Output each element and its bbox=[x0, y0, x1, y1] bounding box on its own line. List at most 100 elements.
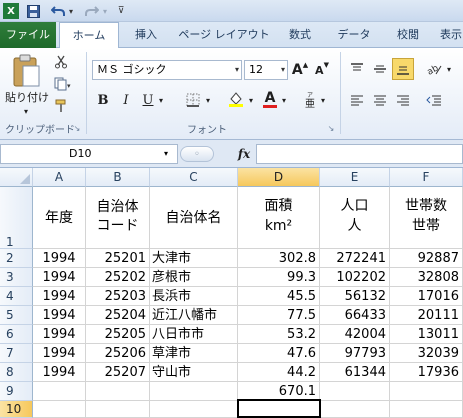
borders-icon[interactable] bbox=[183, 92, 203, 108]
table-cell[interactable]: 13011 bbox=[390, 325, 463, 344]
table-cell[interactable] bbox=[86, 401, 150, 418]
table-cell[interactable] bbox=[320, 382, 390, 401]
row-header-8[interactable]: 8 bbox=[0, 363, 33, 382]
undo-icon[interactable] bbox=[48, 3, 68, 19]
cut-icon[interactable] bbox=[53, 54, 69, 70]
font-color-dropdown-icon[interactable]: ▾ bbox=[279, 93, 289, 107]
tab-insert[interactable]: 挿入 bbox=[128, 22, 164, 48]
fill-color-icon[interactable] bbox=[226, 90, 246, 108]
table-cell[interactable]: 八日市市 bbox=[150, 325, 238, 344]
table-cell[interactable]: 大津市 bbox=[150, 249, 238, 268]
row-header-10[interactable]: 10 bbox=[0, 401, 33, 418]
table-cell[interactable] bbox=[390, 382, 463, 401]
table-cell[interactable]: 25204 bbox=[86, 306, 150, 325]
column-header-d[interactable]: D bbox=[238, 168, 320, 187]
row-header-2[interactable]: 2 bbox=[0, 249, 33, 268]
align-middle-icon[interactable] bbox=[371, 60, 389, 78]
row-header-4[interactable]: 4 bbox=[0, 287, 33, 306]
italic-button[interactable]: I bbox=[118, 91, 134, 109]
table-cell[interactable]: 1994 bbox=[33, 344, 86, 363]
table-cell[interactable] bbox=[150, 382, 238, 401]
row-header-3[interactable]: 3 bbox=[0, 268, 33, 287]
table-cell[interactable]: 99.3 bbox=[238, 268, 320, 287]
table-cell[interactable]: 25206 bbox=[86, 344, 150, 363]
header-cell-name[interactable]: 自治体名 bbox=[150, 187, 238, 249]
font-name-dropdown-icon[interactable]: ▾ bbox=[235, 61, 239, 79]
table-cell[interactable]: 92887 bbox=[390, 249, 463, 268]
paste-dropdown-icon[interactable]: ▾ bbox=[20, 106, 32, 116]
table-cell[interactable]: 1994 bbox=[33, 268, 86, 287]
table-cell[interactable]: 302.8 bbox=[238, 249, 320, 268]
table-cell[interactable]: 20111 bbox=[390, 306, 463, 325]
table-cell[interactable]: 守山市 bbox=[150, 363, 238, 382]
table-cell[interactable] bbox=[390, 401, 463, 418]
header-cell-area[interactable]: 面積 km² bbox=[238, 187, 320, 249]
decrease-indent-icon[interactable] bbox=[424, 92, 444, 108]
align-left-icon[interactable] bbox=[348, 92, 366, 108]
bold-button[interactable]: B bbox=[95, 91, 111, 109]
table-cell[interactable]: 61344 bbox=[320, 363, 390, 382]
name-box[interactable]: D10 ▾ bbox=[0, 144, 178, 164]
column-header-f[interactable]: F bbox=[390, 168, 463, 187]
underline-button[interactable]: U bbox=[140, 91, 156, 109]
underline-dropdown-icon[interactable]: ▾ bbox=[156, 93, 166, 107]
header-cell-code[interactable]: 自治体 コード bbox=[86, 187, 150, 249]
table-cell[interactable] bbox=[320, 401, 390, 418]
orientation-dropdown-icon[interactable]: ▾ bbox=[444, 62, 454, 76]
table-cell[interactable]: 25201 bbox=[86, 249, 150, 268]
row-header-5[interactable]: 5 bbox=[0, 306, 33, 325]
table-cell[interactable]: 97793 bbox=[320, 344, 390, 363]
align-top-icon[interactable] bbox=[348, 60, 366, 78]
redo-dropdown-icon[interactable]: ▾ bbox=[101, 3, 109, 19]
table-cell[interactable]: 44.2 bbox=[238, 363, 320, 382]
table-cell[interactable]: 56132 bbox=[320, 287, 390, 306]
table-cell[interactable]: 47.6 bbox=[238, 344, 320, 363]
customize-toolbar-icon[interactable]: ⊽ bbox=[116, 3, 126, 19]
row-header-7[interactable]: 7 bbox=[0, 344, 33, 363]
column-header-c[interactable]: C bbox=[150, 168, 238, 187]
fill-color-dropdown-icon[interactable]: ▾ bbox=[246, 93, 256, 107]
undo-dropdown-icon[interactable]: ▾ bbox=[67, 3, 75, 19]
header-cell-households[interactable]: 世帯数 世帯 bbox=[390, 187, 463, 249]
font-launcher-icon[interactable]: ↘ bbox=[326, 123, 336, 133]
row-header-9[interactable]: 9 bbox=[0, 382, 33, 401]
table-cell[interactable]: 1994 bbox=[33, 306, 86, 325]
table-cell[interactable]: 1994 bbox=[33, 249, 86, 268]
align-right-icon[interactable] bbox=[394, 92, 412, 108]
redo-icon[interactable] bbox=[82, 3, 102, 19]
table-cell[interactable]: 45.5 bbox=[238, 287, 320, 306]
tab-home[interactable]: ホーム bbox=[59, 22, 119, 50]
font-color-button[interactable]: A bbox=[262, 89, 278, 109]
select-all-corner[interactable] bbox=[0, 168, 33, 187]
borders-dropdown-icon[interactable]: ▾ bbox=[203, 93, 213, 107]
table-cell[interactable]: 長浜市 bbox=[150, 287, 238, 306]
table-cell[interactable]: 102202 bbox=[320, 268, 390, 287]
tab-data[interactable]: データ bbox=[334, 22, 374, 48]
formula-input[interactable] bbox=[256, 144, 463, 164]
orientation-icon[interactable]: ab bbox=[424, 60, 444, 78]
font-name-combo[interactable]: ＭＳ ゴシック ▾ bbox=[92, 60, 242, 80]
header-cell-population[interactable]: 人口 人 bbox=[320, 187, 390, 249]
table-cell[interactable]: 草津市 bbox=[150, 344, 238, 363]
name-box-dropdown-icon[interactable]: ▾ bbox=[164, 145, 168, 163]
shrink-font-button[interactable]: A ▼ bbox=[314, 60, 330, 80]
row-header-1[interactable]: 1 bbox=[0, 187, 33, 249]
table-cell[interactable]: 25205 bbox=[86, 325, 150, 344]
table-cell[interactable] bbox=[86, 382, 150, 401]
tab-page-layout[interactable]: ページ レイアウト bbox=[174, 22, 274, 48]
font-size-combo[interactable]: 12 ▾ bbox=[244, 60, 288, 80]
phonetic-dropdown-icon[interactable]: ▾ bbox=[318, 93, 328, 107]
column-header-a[interactable]: A bbox=[33, 168, 86, 187]
table-cell[interactable]: 25207 bbox=[86, 363, 150, 382]
table-cell[interactable]: 1994 bbox=[33, 287, 86, 306]
table-cell[interactable] bbox=[150, 401, 238, 418]
align-bottom-icon[interactable] bbox=[392, 58, 414, 80]
table-cell[interactable]: 66433 bbox=[320, 306, 390, 325]
insert-function-button[interactable]: fx bbox=[234, 146, 254, 162]
tab-view[interactable]: 表示 bbox=[440, 22, 463, 48]
table-cell[interactable]: 近江八幡市 bbox=[150, 306, 238, 325]
column-header-b[interactable]: B bbox=[86, 168, 150, 187]
copy-icon[interactable]: ▾ bbox=[53, 76, 73, 92]
table-cell[interactable] bbox=[33, 382, 86, 401]
row-header-6[interactable]: 6 bbox=[0, 325, 33, 344]
